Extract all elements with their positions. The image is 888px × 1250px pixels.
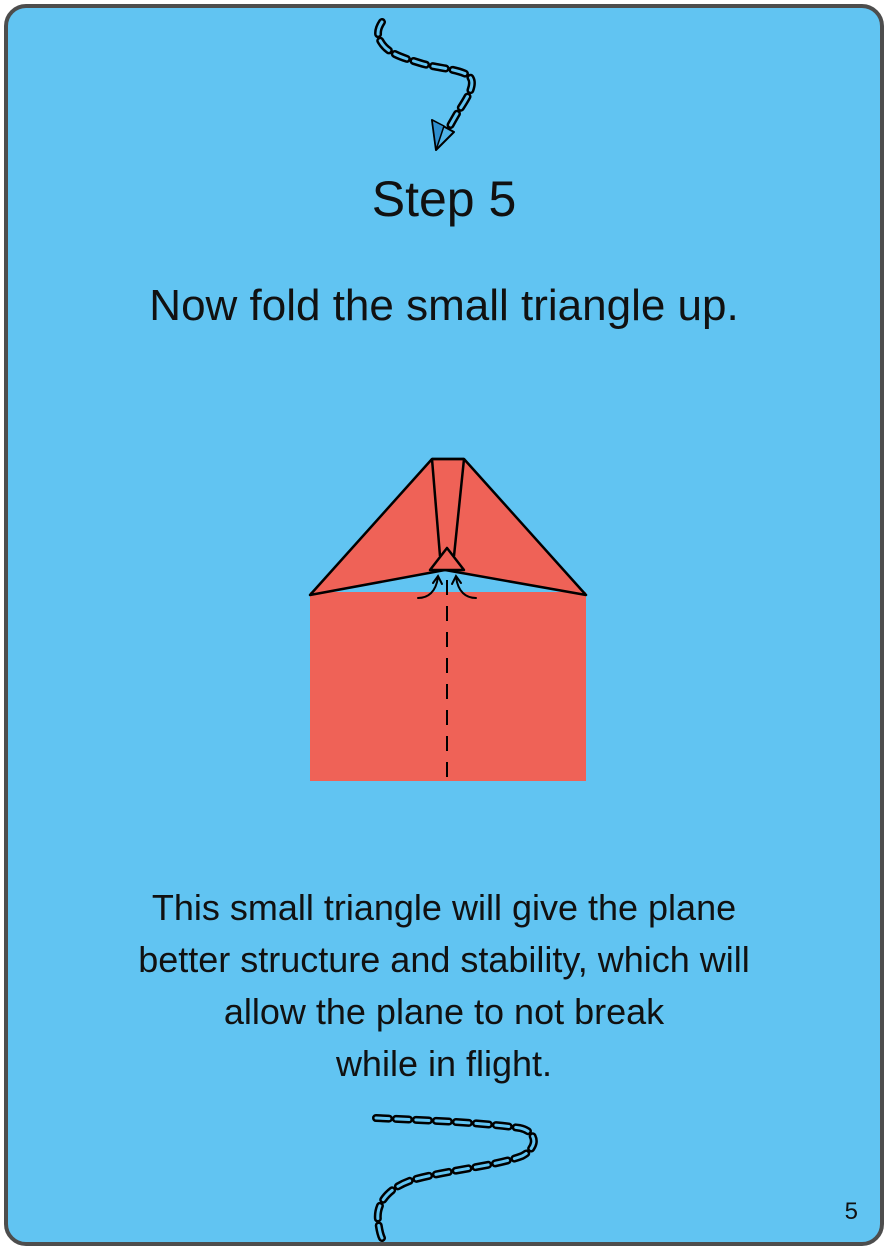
bottom-dashed-flight-path-icon	[372, 1114, 538, 1242]
explanation-line: while in flight.	[335, 1043, 553, 1084]
explanation-line: This small triangle will give the plane	[151, 887, 737, 928]
explanation-line: allow the plane to not break	[223, 991, 665, 1032]
page-number: 5	[844, 1198, 858, 1225]
top-dashed-flight-path-icon	[374, 18, 476, 140]
folded-paper-diagram	[308, 457, 588, 781]
step-title: Step 5	[371, 171, 517, 227]
paper-top-fold	[308, 457, 588, 597]
instruction-card: Step 5 Now fold the small triangle up. T…	[4, 4, 884, 1246]
explanation-line: better structure and stability, which wi…	[138, 939, 750, 980]
instruction-text: Now fold the small triangle up.	[149, 281, 739, 330]
explanation-text: This small triangle will give the plane …	[68, 882, 820, 1090]
